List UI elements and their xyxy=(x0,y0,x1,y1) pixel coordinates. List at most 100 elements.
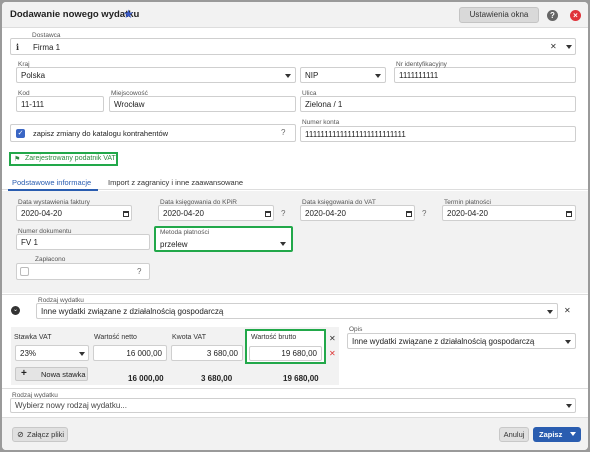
attach-files-button[interactable]: ⊘ Załącz pliki xyxy=(12,427,68,442)
plus-icon: + xyxy=(21,368,27,379)
supplier-value: Firma 1 xyxy=(33,43,61,52)
favorite-star-icon[interactable]: ★ xyxy=(123,7,134,21)
calendar-icon[interactable] xyxy=(265,211,271,217)
kpir-date-value: 2020-04-20 xyxy=(163,209,204,218)
payment-method-value: przelew xyxy=(160,240,188,249)
country-select[interactable]: Polska xyxy=(16,67,296,83)
due-date-label: Termin płatności xyxy=(444,199,491,206)
dialog-title: Dodawanie nowego wydatku xyxy=(10,9,140,20)
clear-icon[interactable]: ✕ xyxy=(550,43,557,51)
close-icon[interactable]: ✕ xyxy=(329,335,336,343)
due-date-value: 2020-04-20 xyxy=(447,209,488,218)
calendar-icon[interactable] xyxy=(123,211,129,217)
gross-value-input[interactable]: 19 680,00 xyxy=(249,346,322,361)
issue-date-label: Data wystawienia faktury xyxy=(18,199,90,206)
account-number-value: 11111111111111111111111111 xyxy=(305,130,406,139)
vat-rate-select[interactable]: 23% xyxy=(15,345,89,361)
window-settings-button[interactable]: Ustawienia okna xyxy=(459,7,539,23)
save-label: Zapisz xyxy=(539,430,563,439)
country-value: Polska xyxy=(21,71,46,80)
remove-expense-type-icon[interactable]: ✕ xyxy=(564,307,571,315)
id-type-select[interactable]: NIP xyxy=(300,67,386,83)
country-label: Kraj xyxy=(18,61,30,68)
help-icon[interactable]: ? xyxy=(547,10,558,21)
description-value: Inne wydatki związane z działalnością go… xyxy=(352,337,535,346)
city-label: Miejscowość xyxy=(111,90,148,97)
postal-code-value: 11-111 xyxy=(21,100,45,109)
total-net: 16 000,00 xyxy=(128,374,164,383)
chevron-down-icon xyxy=(285,74,291,78)
calendar-icon[interactable] xyxy=(566,211,572,217)
chevron-down-icon xyxy=(547,310,553,314)
expense-type-select[interactable]: Inne wydatki związane z działalnością go… xyxy=(36,303,558,319)
close-icon[interactable]: × xyxy=(570,10,581,21)
save-to-catalog-label: zapisz zmiany do katalogu kontrahentów xyxy=(33,129,169,138)
add-vat-rate-button[interactable]: + Nowa stawka xyxy=(15,367,88,381)
description-select[interactable]: Inne wydatki związane z działalnością go… xyxy=(347,333,576,349)
save-to-catalog-checkbox[interactable]: ✓ xyxy=(16,129,25,138)
add-vat-rate-label: Nowa stawka xyxy=(41,370,86,379)
due-date-input[interactable]: 2020-04-20 xyxy=(442,205,576,221)
issue-date-value: 2020-04-20 xyxy=(21,209,62,218)
total-vat: 3 680,00 xyxy=(201,374,233,383)
tab-basic-info[interactable]: Podstawowe informacje xyxy=(12,178,91,187)
account-number-label: Numer konta xyxy=(302,119,340,126)
help-icon[interactable]: ? xyxy=(422,210,426,218)
help-icon[interactable]: ? xyxy=(281,129,285,137)
title-bar: Dodawanie nowego wydatku ★ Ustawienia ok… xyxy=(2,2,588,28)
vat-registered-badge[interactable]: ⚑ Zarejestrowany podatnik VAT xyxy=(9,152,118,166)
vat-rate-value: 23% xyxy=(20,349,37,358)
chevron-down-icon xyxy=(280,242,286,246)
postal-code-label: Kod xyxy=(18,90,30,97)
paid-label: Zapłacono xyxy=(35,256,66,263)
street-input[interactable]: Zielona / 1 xyxy=(300,96,576,112)
postal-code-input[interactable]: 11-111 xyxy=(16,96,104,112)
payment-method-select[interactable]: Metoda płatności przelew xyxy=(154,226,293,252)
kpir-date-label: Data księgowania do KPiR xyxy=(160,199,237,206)
street-label: Ulica xyxy=(302,90,317,97)
save-options-chevron-icon[interactable] xyxy=(570,432,576,436)
help-icon[interactable]: ? xyxy=(137,268,141,276)
vat-date-value: 2020-04-20 xyxy=(305,209,346,218)
new-expense-type-select[interactable]: Wybierz nowy rodzaj wydatku... xyxy=(10,398,576,413)
supplier-field[interactable]: i Firma 1 ✕ xyxy=(10,38,576,55)
account-number-input[interactable]: 11111111111111111111111111 xyxy=(300,126,576,142)
tax-id-label: Nr identyfikacyjny xyxy=(396,61,447,68)
tax-id-input[interactable]: 1111111111 xyxy=(394,67,576,83)
attach-files-label: Załącz pliki xyxy=(27,430,65,439)
new-expense-type-placeholder: Wybierz nowy rodzaj wydatku... xyxy=(15,401,127,410)
expense-dialog: Dodawanie nowego wydatku ★ Ustawienia ok… xyxy=(2,2,588,450)
payment-method-label: Metoda płatności xyxy=(160,229,210,236)
vat-amount-input[interactable]: 3 680,00 xyxy=(171,345,243,361)
paid-checkbox[interactable] xyxy=(20,267,29,276)
chevron-down-icon xyxy=(566,404,572,408)
net-value-input[interactable]: 16 000,00 xyxy=(93,345,167,361)
expense-type-label: Rodzaj wydatku xyxy=(38,297,84,304)
city-input[interactable]: Wrocław xyxy=(109,96,296,112)
chevron-down-icon[interactable] xyxy=(566,45,572,49)
chevron-down-icon xyxy=(565,340,571,344)
header-net-value: Wartość netto xyxy=(94,334,137,341)
save-button[interactable]: Zapisz xyxy=(533,427,581,442)
description-label: Opis xyxy=(349,326,363,333)
document-number-label: Numer dokumentu xyxy=(18,228,72,235)
save-to-catalog-row: ✓ zapisz zmiany do katalogu kontrahentów… xyxy=(10,124,296,142)
header-gross-value: Wartość brutto xyxy=(251,334,297,341)
net-value: 16 000,00 xyxy=(126,349,162,358)
document-number-input[interactable]: FV 1 xyxy=(16,234,150,250)
paid-row: ? xyxy=(16,263,150,280)
tax-id-value: 1111111111 xyxy=(399,71,439,80)
calendar-icon[interactable] xyxy=(406,211,412,217)
delete-row-icon[interactable]: ✕ xyxy=(329,349,336,358)
header-vat-amount: Kwota VAT xyxy=(172,334,206,341)
kpir-date-input[interactable]: 2020-04-20 xyxy=(158,205,274,221)
issue-date-input[interactable]: 2020-04-20 xyxy=(16,205,132,221)
vat-date-input[interactable]: 2020-04-20 xyxy=(300,205,415,221)
city-value: Wrocław xyxy=(114,100,145,109)
chevron-down-icon xyxy=(79,352,85,356)
help-icon[interactable]: ? xyxy=(281,210,285,218)
cancel-button[interactable]: Anuluj xyxy=(499,427,529,442)
dialog-footer: ⊘ Załącz pliki Anuluj Zapisz xyxy=(2,417,588,450)
tab-import-advanced[interactable]: Import z zagranicy i inne zaawansowane xyxy=(108,178,243,187)
collapse-chevron-icon[interactable]: ⌄ xyxy=(11,306,20,315)
